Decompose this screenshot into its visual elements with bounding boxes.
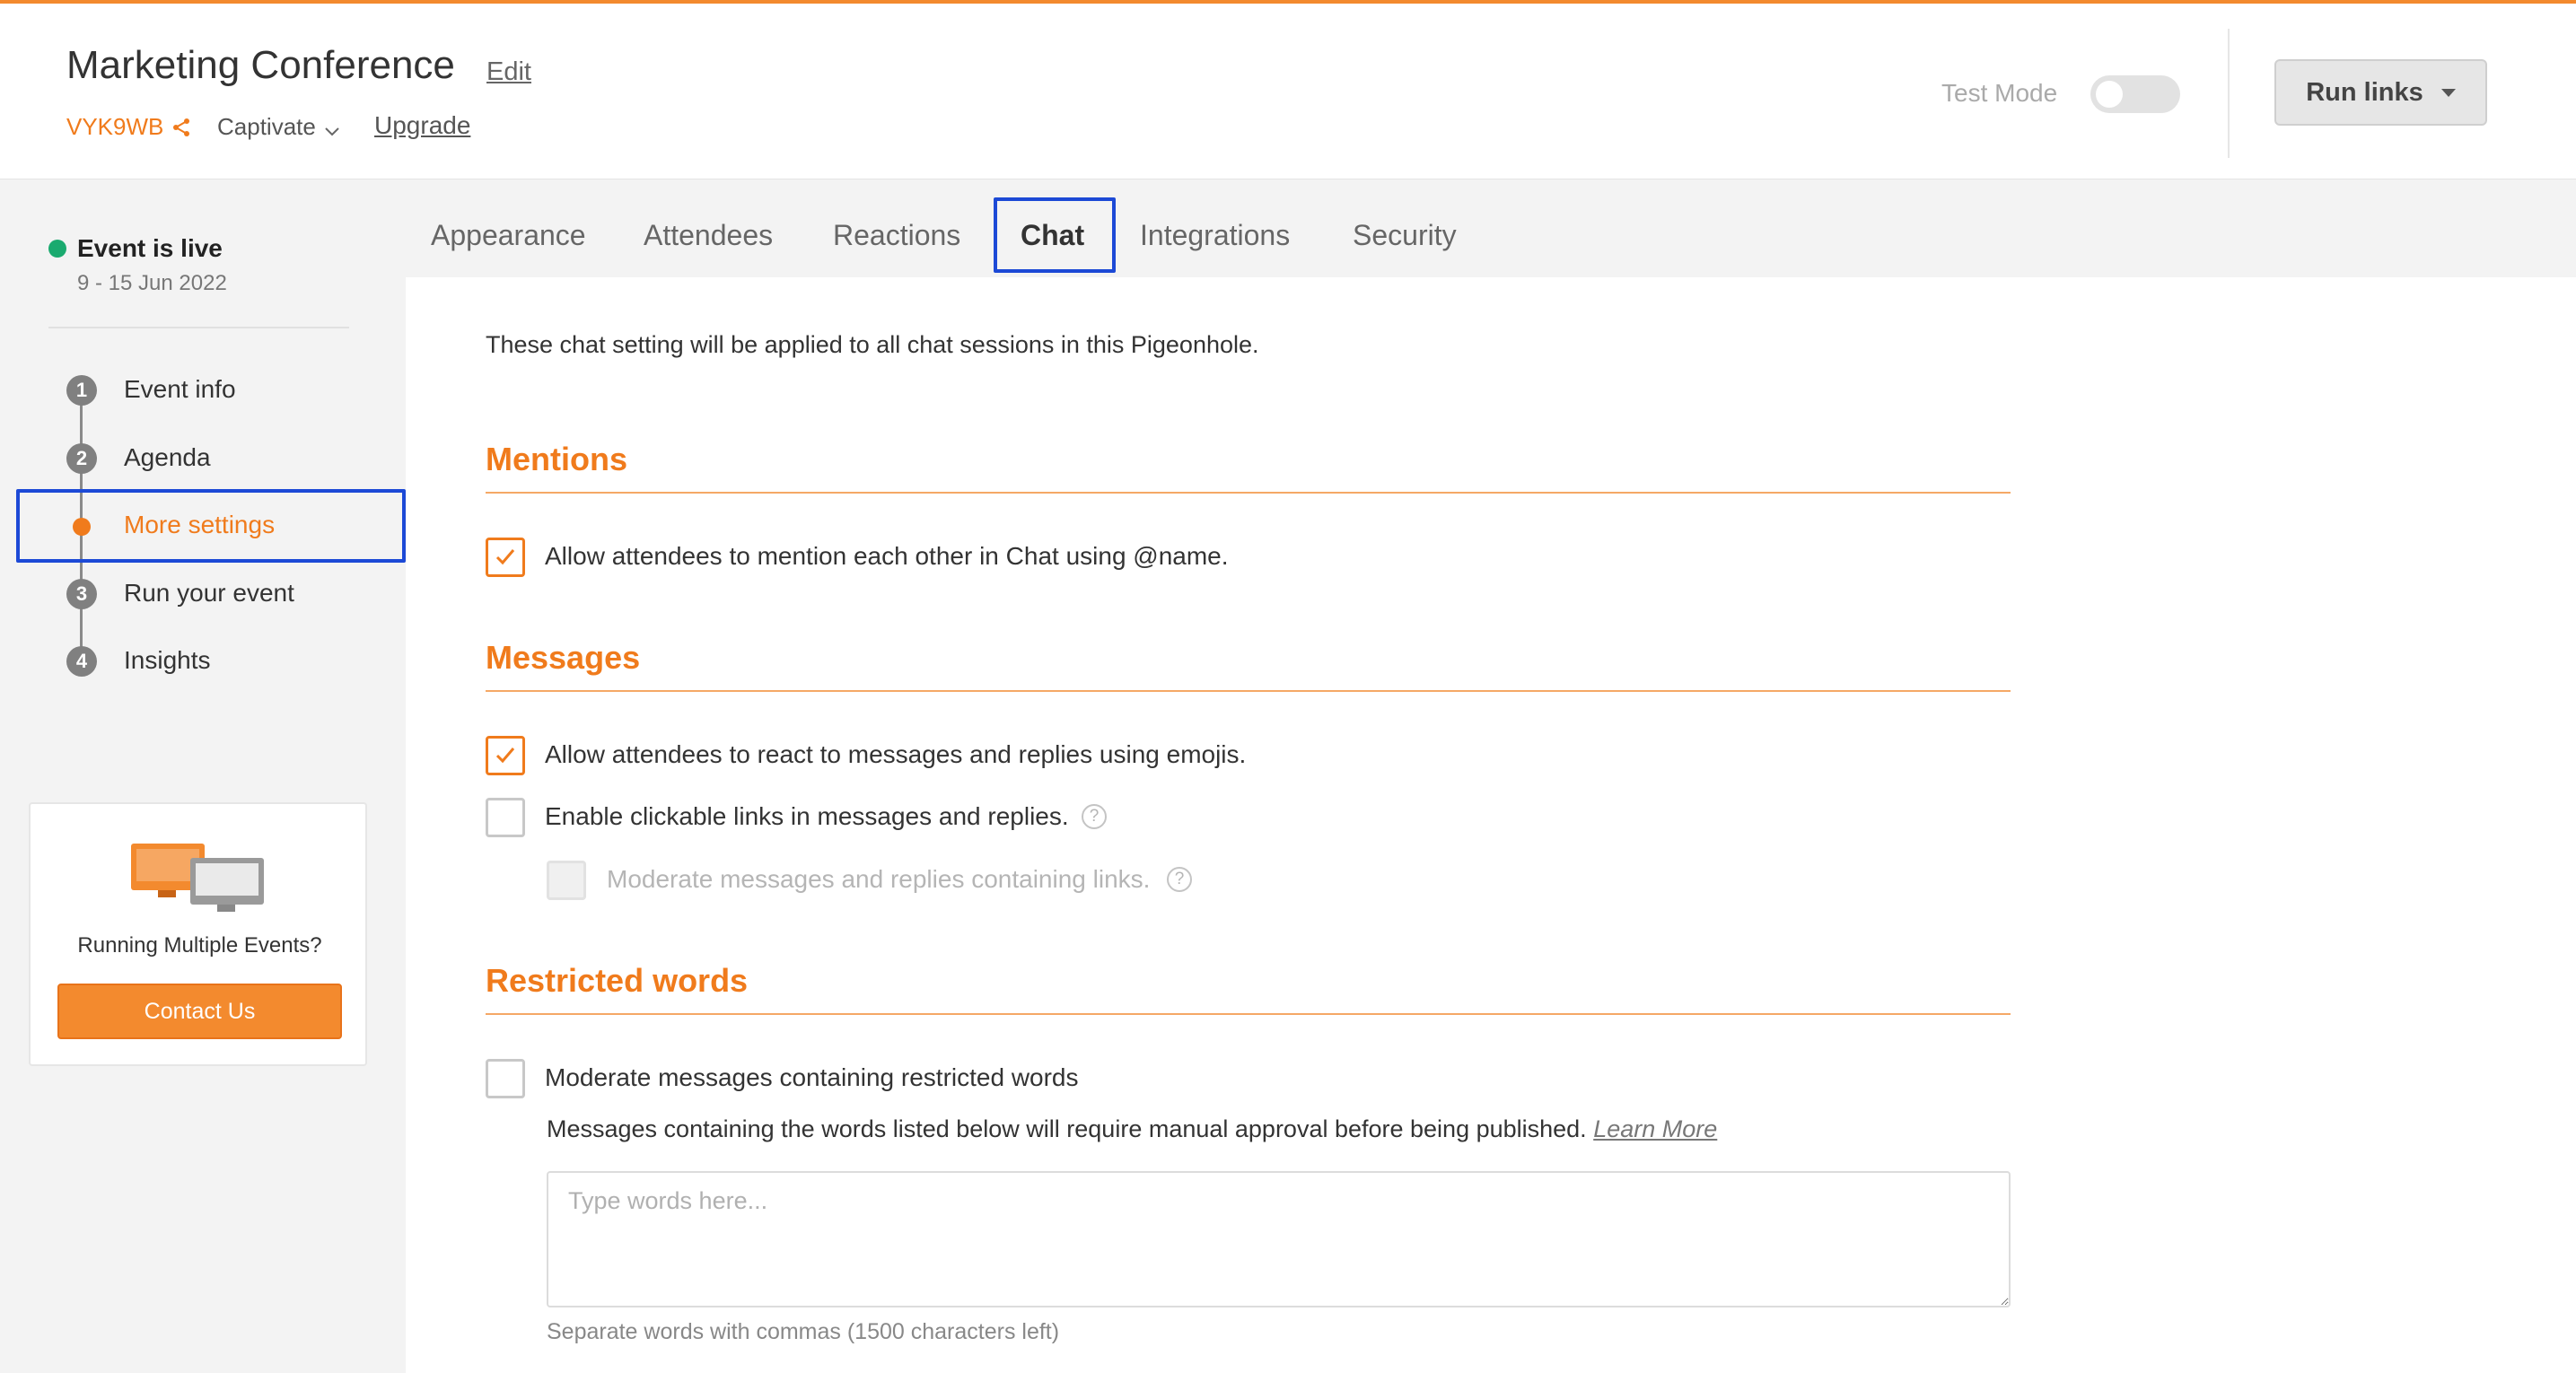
allow-reactions-checkbox[interactable] xyxy=(486,736,525,775)
plan-dropdown[interactable]: Captivate xyxy=(217,113,341,141)
event-code-text: VYK9WB xyxy=(66,113,164,140)
sidebar-item-label: More settings xyxy=(124,511,276,538)
sidebar-item-agenda[interactable]: 2 Agenda xyxy=(0,431,406,485)
sidebar-divider xyxy=(48,327,349,328)
share-icon[interactable] xyxy=(171,117,192,138)
sidebar xyxy=(0,180,406,1373)
event-code[interactable]: VYK9WB xyxy=(66,113,192,141)
toggle-knob xyxy=(2096,81,2123,108)
tab-reactions[interactable]: Reactions xyxy=(833,219,960,252)
sidebar-item-more-settings[interactable]: More settings xyxy=(0,498,406,552)
promo-text: Running Multiple Events? xyxy=(77,933,322,958)
allow-mentions-checkbox[interactable] xyxy=(486,538,525,577)
sidebar-item-insights[interactable]: 4 Insights xyxy=(0,634,406,687)
moderate-links-label: Moderate messages and replies containing… xyxy=(607,865,1151,893)
tab-attendees[interactable]: Attendees xyxy=(644,219,773,252)
allow-mentions-label: Allow attendees to mention each other in… xyxy=(545,542,1229,570)
tab-appearance[interactable]: Appearance xyxy=(431,219,586,252)
checkmark-icon xyxy=(495,549,515,565)
run-links-label: Run links xyxy=(2306,77,2423,107)
help-icon[interactable]: ? xyxy=(1167,867,1192,892)
step-number-badge: 2 xyxy=(66,443,97,474)
chat-settings-intro: These chat setting will be applied to al… xyxy=(486,331,1259,358)
caret-down-icon xyxy=(2440,88,2456,97)
sidebar-item-label: Agenda xyxy=(124,443,211,471)
plan-label: Captivate xyxy=(217,113,316,140)
live-status-dot-icon xyxy=(48,240,66,258)
tab-security[interactable]: Security xyxy=(1353,219,1457,252)
clickable-links-label: Enable clickable links in messages and r… xyxy=(545,802,1069,830)
test-mode-label: Test Mode xyxy=(1941,79,2058,107)
step-number-badge: 4 xyxy=(66,646,97,677)
sidebar-item-label: Event info xyxy=(124,375,236,403)
messages-divider xyxy=(486,690,2011,692)
contact-us-button[interactable]: Contact Us xyxy=(57,984,342,1039)
tab-chat[interactable]: Chat xyxy=(1021,219,1084,252)
sidebar-item-label: Insights xyxy=(124,646,211,674)
monitors-illustration-icon xyxy=(127,842,271,914)
messages-heading: Messages xyxy=(486,639,641,676)
sidebar-item-run-your-event[interactable]: 3 Run your event xyxy=(0,566,406,620)
page-title: Marketing Conference xyxy=(66,43,455,87)
allow-reactions-label: Allow attendees to react to messages and… xyxy=(545,740,1247,768)
moderate-restricted-words-label: Moderate messages containing restricted … xyxy=(545,1063,1079,1091)
step-number-badge: 1 xyxy=(66,375,97,406)
multiple-events-promo: Running Multiple Events? Contact Us xyxy=(29,802,367,1066)
checkmark-icon xyxy=(495,748,515,764)
restricted-words-divider xyxy=(486,1013,2011,1015)
chevron-down-icon xyxy=(323,118,341,136)
upgrade-link[interactable]: Upgrade xyxy=(374,111,470,140)
top-bar: Marketing Conference Edit VYK9WB Captiva… xyxy=(0,0,2576,179)
restricted-words-input[interactable] xyxy=(547,1171,2011,1307)
sidebar-item-label: Run your event xyxy=(124,579,294,607)
step-number-badge: 3 xyxy=(66,579,97,609)
header-divider xyxy=(2228,29,2230,158)
moderate-links-checkbox xyxy=(547,861,586,900)
event-dates: 9 - 15 Jun 2022 xyxy=(77,271,227,295)
tab-integrations[interactable]: Integrations xyxy=(1140,219,1290,252)
restricted-words-heading: Restricted words xyxy=(486,962,749,999)
run-links-button[interactable]: Run links xyxy=(2274,59,2487,126)
restricted-words-note-text: Messages containing the words listed bel… xyxy=(547,1115,1587,1142)
event-status: Event is live xyxy=(77,234,223,262)
sidebar-item-event-info[interactable]: 1 Event info xyxy=(0,363,406,416)
mentions-heading: Mentions xyxy=(486,441,627,477)
restricted-words-note: Messages containing the words listed bel… xyxy=(547,1115,1717,1143)
moderate-restricted-words-checkbox[interactable] xyxy=(486,1059,525,1098)
test-mode-toggle[interactable] xyxy=(2090,75,2180,113)
clickable-links-checkbox[interactable] xyxy=(486,798,525,837)
active-step-dot-icon xyxy=(73,518,91,536)
help-icon[interactable]: ? xyxy=(1082,804,1107,829)
mentions-divider xyxy=(486,492,2011,494)
restricted-words-hint: Separate words with commas (1500 charact… xyxy=(547,1319,1060,1344)
edit-event-link[interactable]: Edit xyxy=(486,57,531,87)
learn-more-link[interactable]: Learn More xyxy=(1593,1115,1717,1142)
